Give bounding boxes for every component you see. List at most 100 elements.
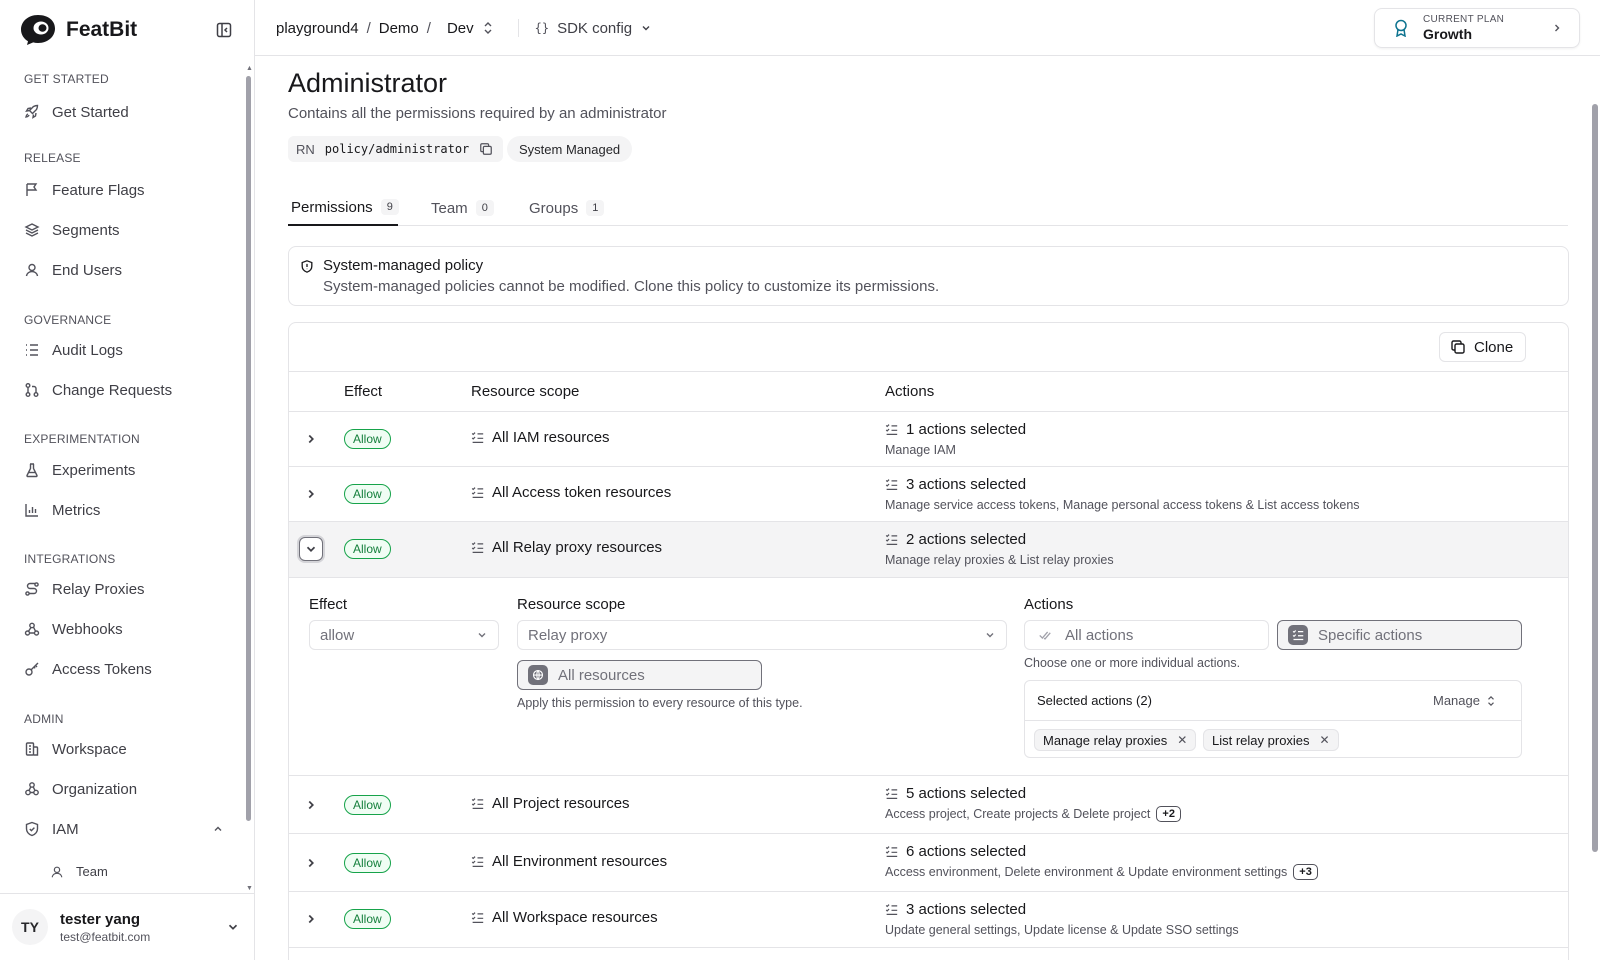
- page-title: Administrator: [288, 68, 448, 98]
- table-row-expanded[interactable]: Allow All Relay proxy resources 2 action…: [289, 522, 1568, 578]
- tab-bar: Permissions 9 Team 0 Groups 1: [288, 190, 1568, 226]
- specific-actions-label: Specific actions: [1318, 626, 1423, 644]
- sidebar-item-metrics[interactable]: Metrics: [24, 498, 224, 522]
- expand-row-button[interactable]: [299, 907, 323, 931]
- list-checks-icon: [885, 904, 898, 915]
- main-content: Administrator Contains all the permissio…: [255, 56, 1600, 960]
- expand-row-button[interactable]: [299, 427, 323, 451]
- copy-icon: [1451, 340, 1465, 354]
- breadcrumb-app[interactable]: Demo: [379, 20, 419, 37]
- sidebar-item-organization[interactable]: Organization: [24, 777, 224, 801]
- user-icon: [25, 263, 39, 277]
- scroll-up-arrow[interactable]: ▲: [246, 65, 253, 72]
- sidebar-item-end-users[interactable]: End Users: [24, 258, 224, 282]
- all-resources-option[interactable]: All resources: [517, 660, 762, 690]
- sidebar-nav: GET STARTED Get Started RELEASE Feature …: [0, 60, 244, 893]
- sidebar-item-change-requests[interactable]: Change Requests: [24, 378, 224, 402]
- actions-count: 3 actions selected: [906, 901, 1027, 918]
- section-label-governance: GOVERNANCE: [24, 313, 112, 327]
- actions-summary: 3 actions selected: [885, 901, 1026, 918]
- list-icon: [26, 344, 38, 356]
- table-row[interactable]: Allow All Workspace resources 3 actions …: [289, 892, 1568, 948]
- column-header-actions: Actions: [885, 383, 935, 400]
- sidebar-subitem-team[interactable]: Team: [50, 864, 108, 879]
- selected-actions-header: Selected actions (2) Manage: [1025, 681, 1521, 721]
- sidebar-item-feature-flags[interactable]: Feature Flags: [24, 178, 224, 202]
- key-icon: [25, 662, 39, 676]
- sidebar-item-relay-proxies[interactable]: Relay Proxies: [24, 577, 224, 601]
- sidebar-scroll-thumb[interactable]: [246, 76, 251, 821]
- more-actions-badge[interactable]: +2: [1156, 806, 1181, 822]
- flag-icon: [26, 183, 38, 196]
- effect-badge: Allow: [344, 909, 391, 929]
- user-menu[interactable]: TY tester yang test@featbit.com: [0, 893, 254, 960]
- scroll-down-arrow[interactable]: ▼: [246, 885, 253, 892]
- table-row[interactable]: Allow All Environment resources 6 action…: [289, 834, 1568, 892]
- scope-label: All IAM resources: [492, 429, 610, 446]
- sidebar-item-audit-logs[interactable]: Audit Logs: [24, 338, 224, 362]
- sidebar-item-access-tokens[interactable]: Access Tokens: [24, 657, 224, 681]
- rn-label: RN: [296, 141, 315, 157]
- effect-field-label: Effect: [309, 596, 348, 613]
- specific-actions-option[interactable]: Specific actions: [1277, 620, 1522, 650]
- current-plan-button[interactable]: CURRENT PLAN Growth: [1374, 8, 1580, 48]
- user-info: tester yang test@featbit.com: [60, 911, 150, 944]
- sidebar-item-label: IAM: [52, 820, 79, 838]
- more-actions-badge[interactable]: +3: [1293, 864, 1318, 880]
- selected-actions-title: Selected actions (2): [1037, 693, 1152, 708]
- sidebar-item-iam[interactable]: IAM: [24, 817, 224, 841]
- main-scrollbar[interactable]: [1592, 104, 1598, 852]
- sidebar-item-get-started[interactable]: Get Started: [24, 100, 224, 124]
- table-row[interactable]: Allow All Project resources 5 actions se…: [289, 776, 1568, 834]
- chevron-down-icon: [228, 924, 238, 930]
- sdk-config-dropdown[interactable]: {} SDK config: [535, 20, 653, 37]
- table-row[interactable]: Allow All IAM resources 1 actions select…: [289, 412, 1568, 467]
- page-description: Contains all the permissions required by…: [288, 105, 667, 122]
- actions-list-text: Update general settings, Update license …: [885, 923, 1239, 937]
- sidebar-item-webhooks[interactable]: Webhooks: [24, 617, 224, 641]
- environment-switcher[interactable]: Dev: [447, 20, 494, 37]
- effect-badge: Allow: [344, 853, 391, 873]
- expand-row-button[interactable]: [299, 851, 323, 875]
- expand-row-button[interactable]: [299, 482, 323, 506]
- tag-label: List relay proxies: [1212, 732, 1310, 748]
- tab-team[interactable]: Team 0: [431, 190, 494, 226]
- layers-icon: [24, 223, 40, 237]
- sidebar-item-workspace[interactable]: Workspace: [24, 737, 224, 761]
- effect-badge: Allow: [344, 539, 391, 559]
- resource-scope: All Workspace resources: [471, 909, 658, 926]
- tab-groups[interactable]: Groups 1: [529, 190, 605, 226]
- list-checks-icon: [471, 912, 484, 923]
- user-email: test@featbit.com: [60, 929, 151, 944]
- clone-button[interactable]: Clone: [1439, 332, 1527, 362]
- tab-permissions[interactable]: Permissions 9: [288, 190, 399, 226]
- shield-alert-icon: [301, 260, 313, 273]
- table-row[interactable]: Allow All Access token resources 3 actio…: [289, 467, 1568, 522]
- sidebar-item-segments[interactable]: Segments: [24, 218, 224, 242]
- resource-scope: All Environment resources: [471, 853, 667, 870]
- collapse-row-button[interactable]: [299, 537, 323, 561]
- sidebar-item-experiments[interactable]: Experiments: [24, 458, 224, 482]
- copy-icon[interactable]: [479, 142, 493, 156]
- effect-select[interactable]: allow: [309, 620, 499, 650]
- resource-scope-select[interactable]: Relay proxy: [517, 620, 1007, 650]
- breadcrumb-project[interactable]: playground4: [276, 20, 359, 37]
- all-actions-option[interactable]: All actions: [1024, 620, 1269, 650]
- selected-action-tag[interactable]: List relay proxies ✕: [1203, 729, 1339, 751]
- manage-actions-dropdown[interactable]: Manage: [1433, 693, 1496, 708]
- close-icon[interactable]: ✕: [1177, 733, 1187, 747]
- chevron-right-icon: [1555, 24, 1560, 32]
- expand-row-button[interactable]: [299, 793, 323, 817]
- sidebar-collapse-button[interactable]: [216, 22, 232, 38]
- sidebar-scrollbar[interactable]: ▲ ▼: [246, 65, 253, 892]
- selected-action-tag[interactable]: Manage relay proxies ✕: [1034, 729, 1197, 751]
- brand[interactable]: FeatBit: [20, 14, 137, 46]
- section-label-get-started: GET STARTED: [24, 72, 109, 86]
- close-icon[interactable]: ✕: [1320, 733, 1330, 747]
- breadcrumb-separator: /: [366, 19, 371, 37]
- system-managed-notice: System-managed policy System-managed pol…: [288, 246, 1569, 306]
- actions-count: 6 actions selected: [906, 843, 1027, 860]
- actions-help-text: Choose one or more individual actions.: [1024, 656, 1241, 670]
- effect-badge: Allow: [344, 429, 391, 449]
- plan-text: CURRENT PLAN Growth: [1423, 14, 1504, 42]
